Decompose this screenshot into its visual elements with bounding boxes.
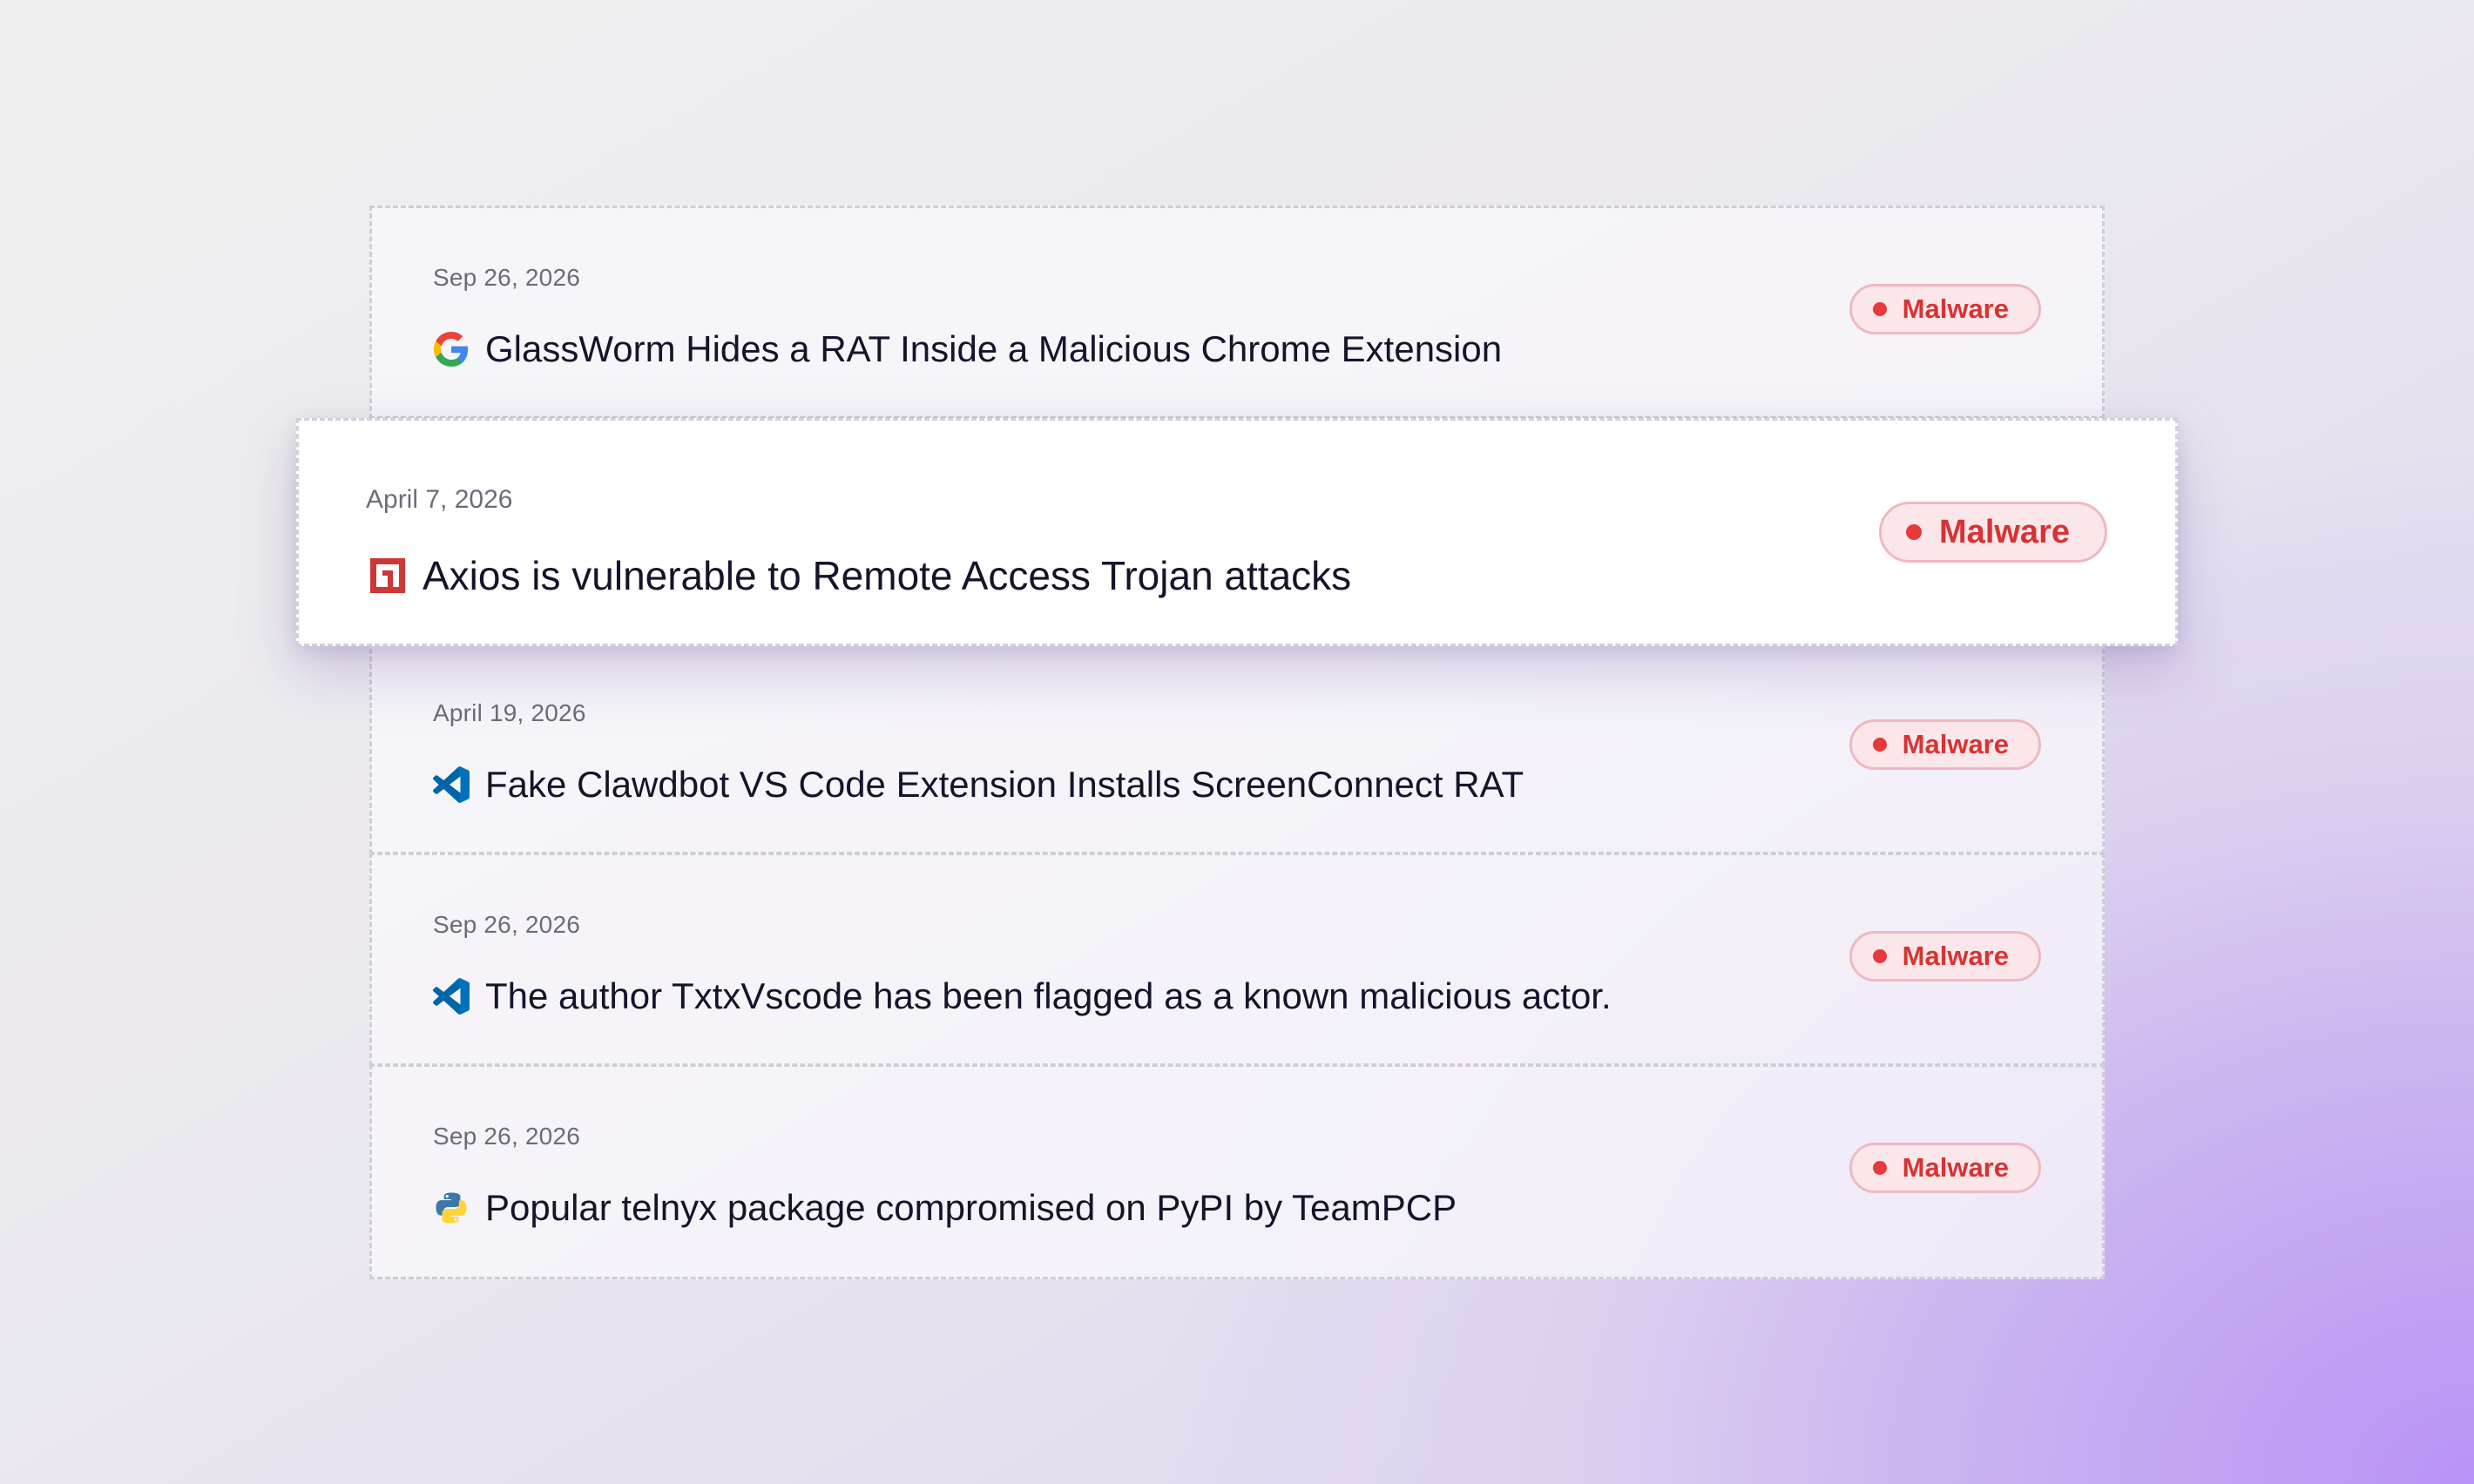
python-icon bbox=[433, 1190, 470, 1226]
item-title-row: Fake Clawdbot VS Code Extension Installs… bbox=[433, 764, 1524, 806]
item-title[interactable]: The author TxtxVscode has been flagged a… bbox=[485, 975, 1612, 1017]
list-item[interactable]: Sep 26, 2026 GlassWorm Hides a RAT Insid… bbox=[369, 206, 2105, 419]
featured-list-item[interactable]: April 7, 2026 Axios is vulnerable to Rem… bbox=[296, 418, 2178, 646]
item-date: Sep 26, 2026 bbox=[433, 264, 580, 291]
item-title[interactable]: Popular telnyx package compromised on Py… bbox=[485, 1187, 1457, 1229]
status-dot-icon bbox=[1872, 949, 1887, 963]
item-title-row: Axios is vulnerable to Remote Access Tro… bbox=[370, 552, 1351, 599]
item-title-row: GlassWorm Hides a RAT Inside a Malicious… bbox=[433, 328, 1502, 370]
badge-label: Malware bbox=[1902, 1152, 2009, 1183]
item-date: Sep 26, 2026 bbox=[433, 1123, 580, 1150]
advisory-feed: Sep 26, 2026 GlassWorm Hides a RAT Insid… bbox=[369, 206, 2105, 1279]
status-badge: Malware bbox=[1849, 719, 2041, 770]
badge-label: Malware bbox=[1902, 941, 2009, 971]
status-badge: Malware bbox=[1849, 284, 2041, 334]
list-item[interactable]: Sep 26, 2026 Popular telnyx package comp… bbox=[369, 1064, 2105, 1279]
status-badge: Malware bbox=[1879, 502, 2107, 563]
status-dot-icon bbox=[1872, 302, 1887, 316]
item-date: April 19, 2026 bbox=[433, 699, 586, 726]
status-dot-icon bbox=[1872, 1161, 1887, 1175]
item-date: Sep 26, 2026 bbox=[433, 911, 580, 938]
item-title[interactable]: Axios is vulnerable to Remote Access Tro… bbox=[422, 552, 1351, 599]
badge-label: Malware bbox=[1939, 513, 2070, 550]
status-badge: Malware bbox=[1849, 1143, 2041, 1193]
status-dot-icon bbox=[1872, 738, 1887, 752]
list-item[interactable]: Sep 26, 2026 The author TxtxVscode has b… bbox=[369, 853, 2105, 1066]
status-dot-icon bbox=[1906, 524, 1923, 540]
vscode-icon bbox=[433, 766, 470, 803]
npm-icon bbox=[370, 558, 405, 593]
item-title-row: Popular telnyx package compromised on Py… bbox=[433, 1187, 1457, 1229]
google-icon bbox=[433, 331, 470, 368]
item-date: April 7, 2026 bbox=[366, 485, 513, 514]
vscode-icon bbox=[433, 978, 470, 1015]
item-title[interactable]: GlassWorm Hides a RAT Inside a Malicious… bbox=[485, 328, 1502, 370]
item-title-row: The author TxtxVscode has been flagged a… bbox=[433, 975, 1612, 1017]
status-badge: Malware bbox=[1849, 931, 2041, 981]
badge-label: Malware bbox=[1902, 293, 2009, 324]
badge-label: Malware bbox=[1902, 729, 2009, 759]
list-item[interactable]: April 19, 2026 Fake Clawdbot VS Code Ext… bbox=[369, 641, 2105, 854]
item-title[interactable]: Fake Clawdbot VS Code Extension Installs… bbox=[485, 764, 1524, 806]
